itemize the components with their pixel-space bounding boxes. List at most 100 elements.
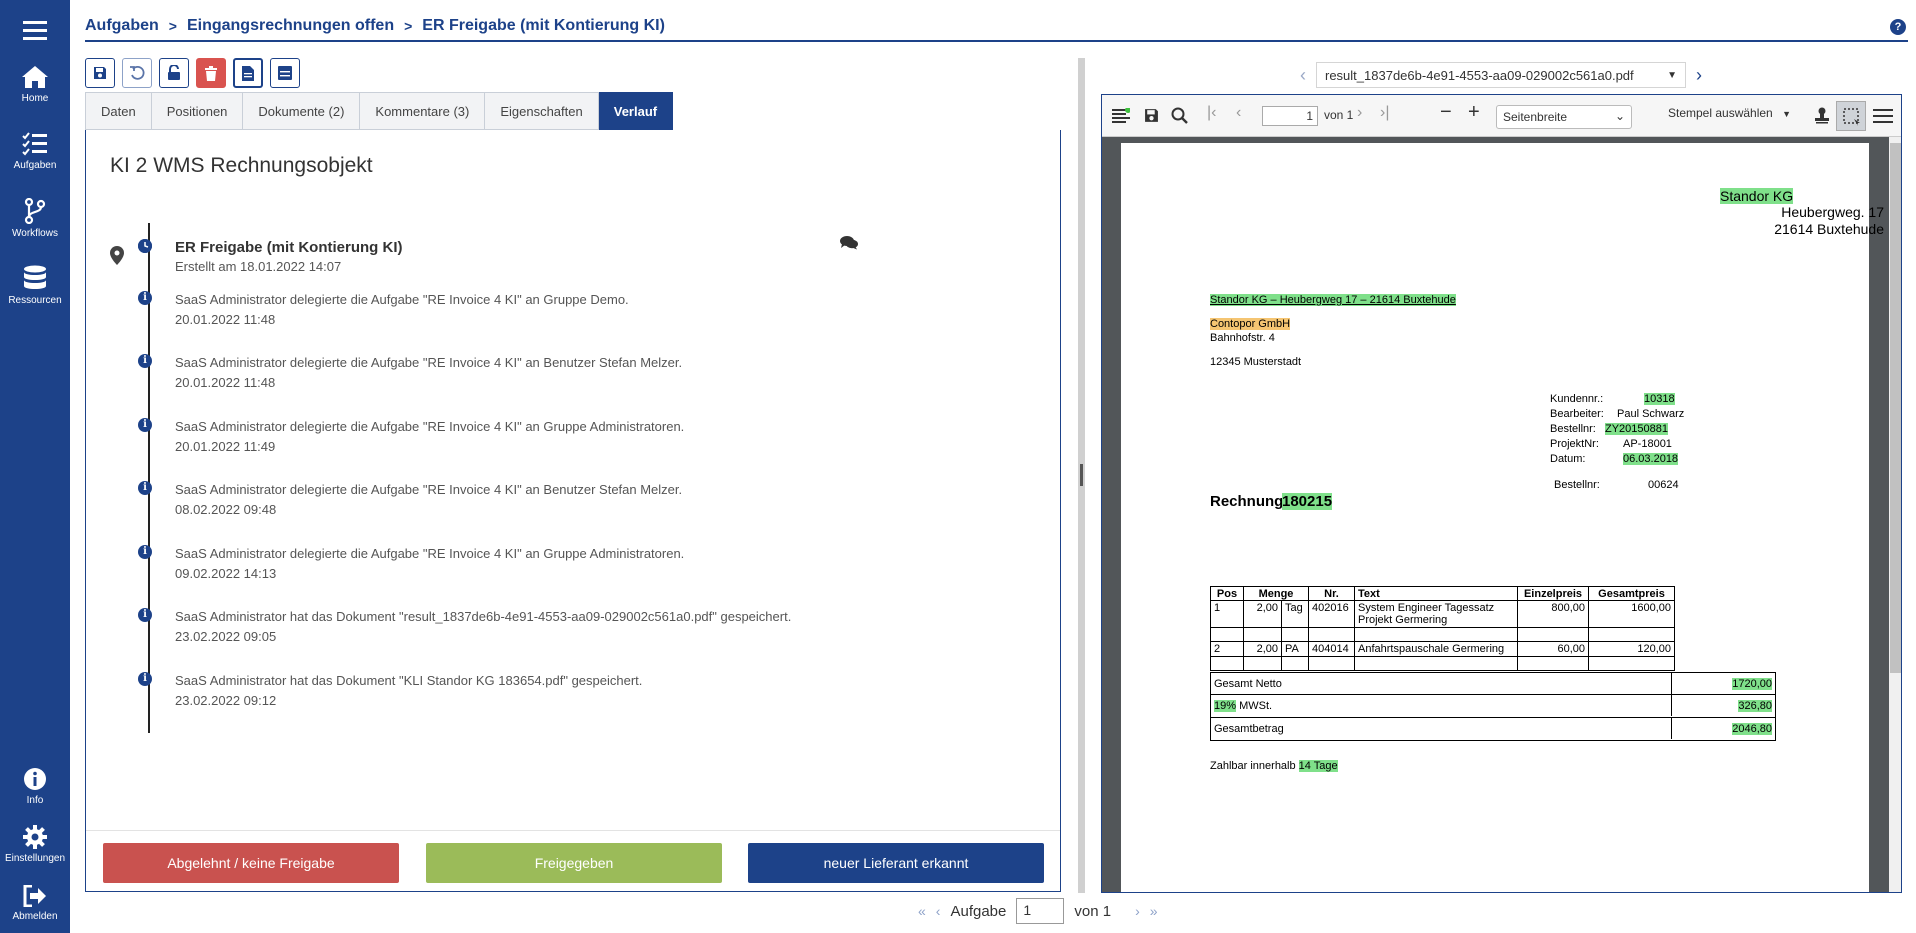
- new-supplier-button[interactable]: neuer Lieferant erkannt: [748, 843, 1044, 883]
- zoom-out-icon[interactable]: −: [1440, 101, 1452, 124]
- sidebar: Home Aufgaben Workflows Ressourcen Info …: [0, 0, 70, 933]
- sidebar-item-ressourcen[interactable]: Ressourcen: [0, 265, 70, 306]
- sidebar-item-abmelden[interactable]: Abmelden: [0, 885, 70, 922]
- total-value: 2046,80: [1732, 723, 1772, 735]
- invoice-number: 180215: [1282, 493, 1333, 510]
- reject-button[interactable]: Abgelehnt / keine Freigabe: [103, 843, 399, 883]
- event-text: SaaS Administrator delegierte die Aufgab…: [175, 419, 685, 434]
- event-time: 09.02.2022 14:13: [175, 566, 277, 581]
- sidebar-item-einstellungen[interactable]: Einstellungen: [0, 825, 70, 864]
- cell-menge: 2,00: [1243, 600, 1282, 628]
- task-list-icon: [22, 132, 47, 156]
- prev-page-icon[interactable]: ‹: [1236, 104, 1241, 122]
- pdf-file-select[interactable]: result_1837de6b-4e91-4553-aa09-029002c56…: [1316, 62, 1686, 88]
- tab-verlauf[interactable]: Verlauf: [598, 92, 674, 130]
- sidebar-item-workflows[interactable]: Workflows: [0, 198, 70, 239]
- table-header: Pos Menge Nr. Text Einzelpreis Gesamtpre…: [1210, 586, 1675, 601]
- meta-value: 06.03.2018: [1623, 453, 1679, 465]
- task-number-input[interactable]: 1: [1016, 898, 1065, 924]
- sender-street: Heubergweg. 17: [1781, 204, 1884, 220]
- help-button[interactable]: ?: [1890, 19, 1906, 35]
- vat-percent: 19%: [1214, 700, 1237, 712]
- event-time: 20.01.2022 11:48: [175, 375, 276, 390]
- sidebar-item-aufgaben[interactable]: Aufgaben: [0, 132, 70, 171]
- column-header: Nr.: [1308, 586, 1355, 601]
- unlock-button[interactable]: [159, 58, 189, 88]
- meta-label: ProjektNr:: [1550, 438, 1599, 450]
- menu-toggle[interactable]: [0, 20, 70, 40]
- split-handle[interactable]: [1080, 464, 1083, 486]
- zoom-select[interactable]: Seitenbreite ⌄: [1496, 105, 1632, 129]
- event-time: 23.02.2022 09:12: [175, 693, 277, 708]
- first-task-icon[interactable]: «: [918, 903, 926, 919]
- pdf-page-input[interactable]: 1: [1262, 106, 1318, 126]
- sidebar-toggle-icon[interactable]: [1112, 108, 1130, 123]
- first-page-icon[interactable]: |‹: [1207, 104, 1216, 122]
- sidebar-item-label: Aufgaben: [13, 160, 57, 171]
- action-bar: Abgelehnt / keine Freigabe Freigegeben n…: [86, 830, 1060, 891]
- undo-icon: [130, 65, 145, 80]
- cell-pos: 2: [1210, 641, 1244, 657]
- divider: [1671, 673, 1672, 694]
- sidebar-item-home[interactable]: Home: [0, 65, 70, 104]
- tab-positionen[interactable]: Positionen: [151, 92, 244, 130]
- approve-button[interactable]: Freigegeben: [426, 843, 722, 883]
- info-icon: i: [138, 291, 152, 305]
- divider: [1671, 718, 1672, 739]
- unlock-icon: [168, 65, 180, 80]
- sidebar-item-label: Info: [26, 795, 44, 806]
- prev-task-icon[interactable]: ‹: [936, 903, 941, 919]
- stamp-select[interactable]: Stempel auswählen ▼: [1668, 106, 1791, 120]
- document-icon: [242, 65, 254, 81]
- net-label: Gesamt Netto: [1214, 678, 1282, 690]
- reset-button[interactable]: [122, 58, 152, 88]
- info-icon: i: [138, 672, 152, 686]
- next-page-icon[interactable]: ›: [1357, 104, 1362, 122]
- menu-icon[interactable]: [1873, 108, 1893, 124]
- last-task-icon[interactable]: »: [1150, 903, 1158, 919]
- prev-file-icon[interactable]: ‹: [1300, 65, 1306, 86]
- breadcrumb-item-current: ER Freigabe (mit Kontierung KI): [422, 17, 665, 34]
- chevron-down-icon: ▼: [1667, 69, 1677, 81]
- gear-icon: [23, 825, 47, 849]
- search-icon[interactable]: [1171, 107, 1188, 124]
- vat-text: 19% MWSt.: [1214, 700, 1272, 712]
- breadcrumb-item-eingangsrechnungen[interactable]: Eingangsrechnungen offen: [187, 17, 394, 35]
- save-button[interactable]: [85, 58, 115, 88]
- sidebar-item-label: Einstellungen: [4, 853, 66, 864]
- history-panel: KI 2 WMS Rechnungsobjekt ER Freigabe (mi…: [85, 130, 1061, 892]
- event-title: ER Freigabe (mit Kontierung KI): [175, 239, 403, 256]
- stamp-icon[interactable]: [1814, 107, 1830, 124]
- next-file-icon[interactable]: ›: [1696, 65, 1702, 86]
- cell-einzelpreis: 800,00: [1517, 600, 1589, 628]
- pdf-scrollbar-thumb[interactable]: [1890, 143, 1901, 673]
- order-value: 00624: [1648, 479, 1679, 491]
- zoom-in-icon[interactable]: +: [1468, 101, 1480, 124]
- invoice-table: Pos Menge Nr. Text Einzelpreis Gesamtpre…: [1210, 586, 1675, 671]
- pdf-page-count: von 1: [1324, 108, 1354, 122]
- clock-icon: [138, 239, 152, 253]
- home-icon: [22, 66, 48, 88]
- task-pager: « ‹ Aufgabe 1 von 1 › »: [918, 898, 1158, 924]
- column-header: Menge: [1243, 586, 1309, 601]
- breadcrumb-item-aufgaben[interactable]: Aufgaben: [85, 17, 159, 35]
- tab-daten[interactable]: Daten: [85, 92, 152, 130]
- trash-icon: [205, 65, 217, 81]
- breadcrumb-separator: >: [404, 18, 413, 34]
- meta-value: Paul Schwarz: [1617, 408, 1685, 420]
- tab-dokumente[interactable]: Dokumente (2): [243, 92, 361, 130]
- select-area-button[interactable]: [1836, 101, 1866, 131]
- next-task-icon[interactable]: ›: [1135, 903, 1140, 919]
- save-icon[interactable]: [1144, 108, 1159, 123]
- sidebar-item-info[interactable]: Info: [0, 767, 70, 806]
- archive-button[interactable]: [270, 58, 300, 88]
- tab-eigenschaften[interactable]: Eigenschaften: [485, 92, 599, 130]
- tab-kommentare[interactable]: Kommentare (3): [360, 92, 486, 130]
- save-icon: [94, 67, 106, 79]
- document-button[interactable]: [233, 58, 263, 88]
- info-icon: i: [138, 354, 152, 368]
- meta-label: Bestellnr:: [1550, 423, 1596, 435]
- comments-icon[interactable]: [840, 236, 858, 250]
- delete-button[interactable]: [196, 58, 226, 88]
- last-page-icon[interactable]: ›|: [1380, 104, 1389, 122]
